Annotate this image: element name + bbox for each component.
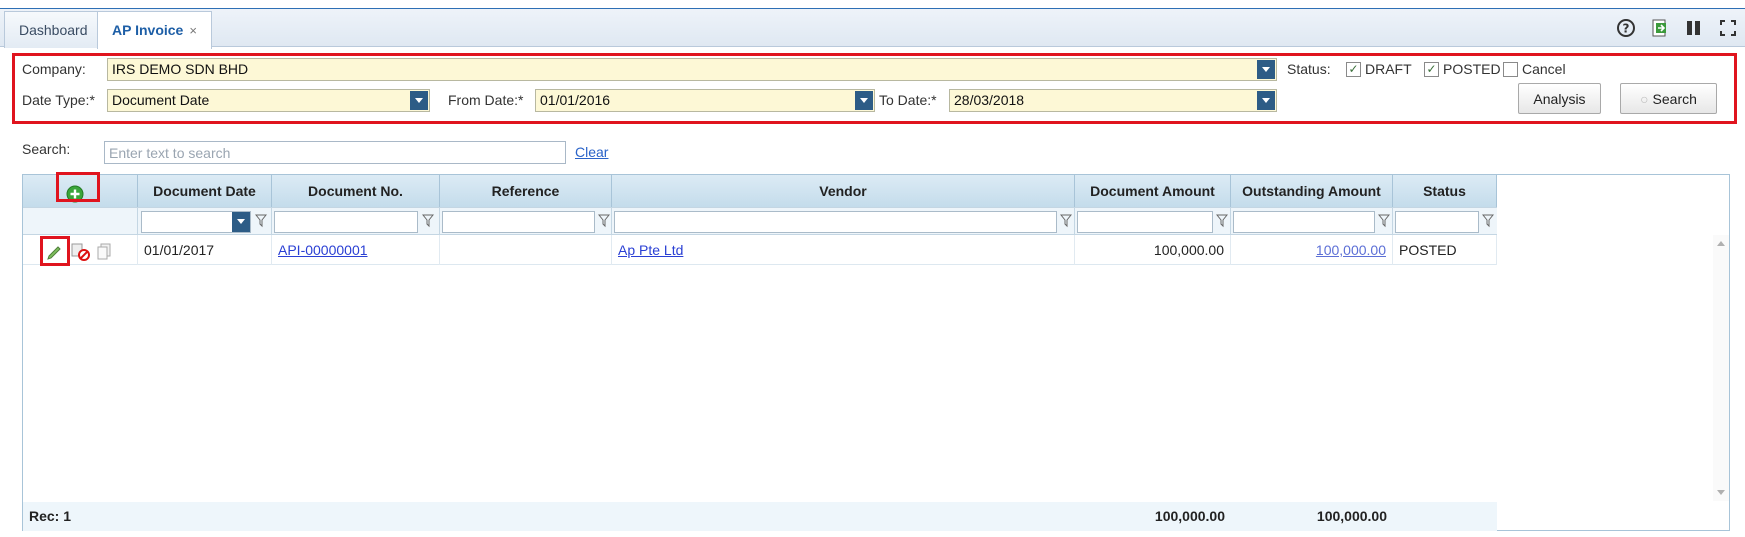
cell-outstanding-amount[interactable]: 100,000.00 — [1231, 235, 1393, 265]
cell-document-amount: 100,000.00 — [1075, 235, 1231, 265]
status-draft-label: DRAFT — [1365, 61, 1412, 77]
search-button[interactable]: ○ Search — [1620, 83, 1717, 114]
filter-document-no[interactable] — [274, 211, 418, 233]
chevron-down-icon[interactable] — [1257, 60, 1275, 79]
column-header-reference[interactable]: Reference — [440, 175, 612, 207]
help-icon[interactable]: ? — [1615, 17, 1637, 39]
status-draft-checkbox[interactable]: ✓ — [1346, 62, 1361, 77]
column-header-vendor[interactable]: Vendor — [612, 175, 1075, 207]
from-date-label: From Date:* — [448, 92, 524, 108]
date-type-label: Date Type:* — [22, 92, 95, 108]
grid-scrollbar[interactable] — [1713, 235, 1729, 501]
scroll-down-icon[interactable] — [1717, 490, 1725, 495]
company-select[interactable]: IRS DEMO SDN BHD — [107, 58, 1277, 81]
invoice-grid: Document Date Document No. Reference Ven… — [22, 174, 1730, 531]
status-posted-label: POSTED — [1443, 61, 1501, 77]
columns-icon[interactable] — [1683, 17, 1705, 39]
to-date-label: To Date:* — [879, 92, 937, 108]
tab-ap-invoice[interactable]: AP Invoice × — [97, 11, 212, 49]
column-header-status[interactable]: Status — [1393, 175, 1497, 207]
filter-icon[interactable] — [1059, 214, 1073, 228]
status-label: Status: — [1287, 61, 1331, 77]
search-label: Search: — [22, 141, 71, 157]
filter-reference[interactable] — [442, 211, 595, 233]
analysis-button[interactable]: Analysis — [1518, 83, 1601, 114]
record-count: Rec: 1 — [29, 508, 72, 524]
cancel-document-icon[interactable] — [70, 241, 90, 261]
cell-document-no[interactable]: API-00000001 — [272, 235, 440, 265]
filter-panel: Company: IRS DEMO SDN BHD Status: ✓ DRAF… — [12, 53, 1737, 124]
copy-icon[interactable] — [95, 241, 115, 261]
company-label: Company: — [22, 61, 86, 77]
column-header-document-amount[interactable]: Document Amount — [1075, 175, 1231, 207]
cell-vendor[interactable]: Ap Pte Ltd — [612, 235, 1075, 265]
cell-document-date: 01/01/2017 — [138, 235, 272, 265]
document-amount-total: 100,000.00 — [1154, 508, 1225, 524]
filter-vendor[interactable] — [614, 211, 1057, 233]
column-header-outstanding-amount[interactable]: Outstanding Amount — [1231, 175, 1393, 207]
column-header-document-date[interactable]: Document Date — [138, 175, 272, 207]
date-type-value: Document Date — [112, 92, 210, 108]
svg-text:?: ? — [1623, 21, 1630, 35]
fullscreen-icon[interactable] — [1717, 17, 1739, 39]
search-input[interactable] — [104, 141, 566, 164]
filter-icon[interactable] — [1377, 214, 1391, 228]
table-row[interactable]: 01/01/2017 API-00000001 Ap Pte Ltd 100,0… — [23, 235, 1497, 265]
grid-filter-row — [23, 207, 1497, 236]
chevron-down-icon[interactable] — [410, 91, 428, 110]
tab-dashboard-label: Dashboard — [19, 22, 88, 38]
vendor-link[interactable]: Ap Pte Ltd — [618, 242, 683, 258]
date-type-select[interactable]: Document Date — [107, 89, 430, 112]
from-date-value: 01/01/2016 — [540, 92, 611, 108]
clear-link[interactable]: Clear — [575, 144, 608, 160]
to-date-value: 28/03/2018 — [954, 92, 1025, 108]
filter-document-date[interactable] — [141, 211, 251, 233]
company-value: IRS DEMO SDN BHD — [112, 61, 249, 77]
status-cancel-label: Cancel — [1522, 61, 1566, 77]
grid-footer: Rec: 1 100,000.00 100,000.00 — [23, 502, 1497, 531]
cell-reference — [440, 235, 612, 265]
filter-icon[interactable] — [421, 214, 435, 228]
filter-icon[interactable] — [597, 214, 611, 228]
tab-close-icon[interactable]: × — [189, 23, 197, 38]
highlight-add-button — [56, 172, 100, 202]
filter-outstanding-amount[interactable] — [1233, 211, 1375, 233]
chevron-down-icon[interactable] — [855, 91, 873, 110]
chevron-down-icon[interactable] — [1257, 91, 1275, 110]
grid-header: Document Date Document No. Reference Ven… — [23, 175, 1497, 207]
from-date-picker[interactable]: 01/01/2016 — [535, 89, 875, 112]
status-posted-checkbox[interactable]: ✓ — [1424, 62, 1439, 77]
tab-dashboard[interactable]: Dashboard — [4, 11, 103, 48]
filter-status[interactable] — [1395, 211, 1479, 233]
tab-ap-invoice-label: AP Invoice — [112, 22, 184, 38]
chevron-down-icon[interactable] — [232, 212, 250, 232]
filter-icon[interactable] — [1481, 214, 1495, 228]
highlight-edit-button — [40, 236, 70, 266]
cell-status: POSTED — [1393, 235, 1497, 265]
column-header-document-no[interactable]: Document No. — [272, 175, 440, 207]
filter-icon[interactable] — [254, 214, 268, 228]
tab-strip: Dashboard AP Invoice × ? — [0, 8, 1745, 49]
search-icon: ○ — [1640, 90, 1649, 107]
search-button-label: Search — [1652, 90, 1697, 107]
filter-icon[interactable] — [1215, 214, 1229, 228]
document-no-link[interactable]: API-00000001 — [278, 242, 368, 258]
to-date-picker[interactable]: 28/03/2018 — [949, 89, 1277, 112]
outstanding-amount-link[interactable]: 100,000.00 — [1316, 242, 1386, 258]
scroll-up-icon[interactable] — [1717, 241, 1725, 246]
filter-document-amount[interactable] — [1077, 211, 1213, 233]
export-icon[interactable] — [1649, 17, 1671, 39]
status-cancel-checkbox[interactable] — [1503, 62, 1518, 77]
outstanding-amount-total: 100,000.00 — [1316, 508, 1387, 524]
